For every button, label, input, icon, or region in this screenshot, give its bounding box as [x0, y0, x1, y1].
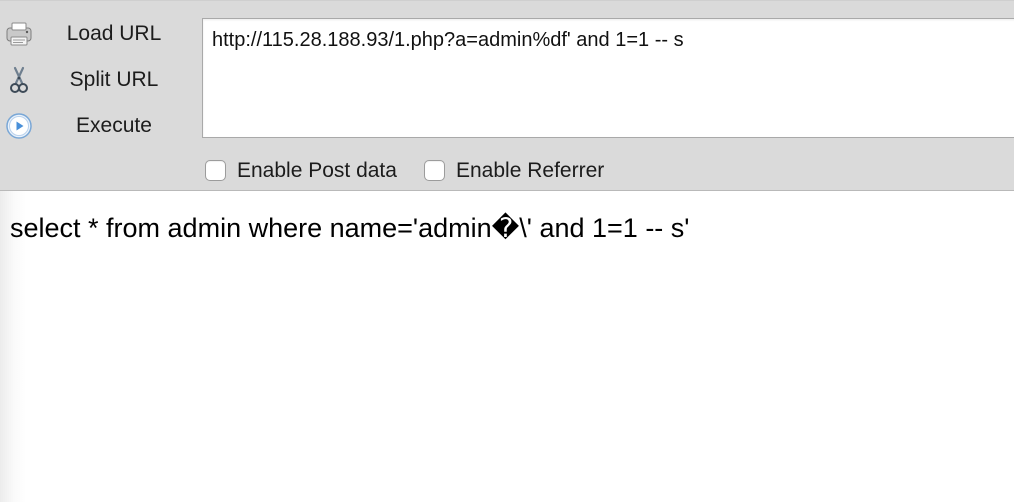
play-icon	[4, 112, 34, 140]
execute-button[interactable]: Execute	[0, 106, 190, 146]
execute-label: Execute	[76, 114, 152, 137]
split-url-button[interactable]: Split URL	[0, 60, 190, 100]
hackbar-toolbar: Load URL Split URL Execute http://115.28…	[0, 0, 1014, 191]
enable-post-data-checkbox-box[interactable]	[205, 160, 226, 181]
enable-post-data-label: Enable Post data	[237, 159, 397, 182]
url-input[interactable]: http://115.28.188.93/1.php?a=admin%df' a…	[202, 18, 1014, 138]
enable-referrer-checkbox[interactable]: Enable Referrer	[424, 158, 624, 186]
scissors-icon	[4, 66, 34, 94]
load-url-button[interactable]: Load URL	[0, 14, 190, 54]
load-url-label: Load URL	[66, 22, 162, 45]
page-content: select * from admin where name='admin�\'…	[0, 191, 1014, 502]
enable-referrer-checkbox-box[interactable]	[424, 160, 445, 181]
enable-referrer-label: Enable Referrer	[456, 159, 605, 182]
enable-post-data-checkbox[interactable]: Enable Post data	[205, 158, 415, 186]
url-input-value: http://115.28.188.93/1.php?a=admin%df' a…	[212, 29, 684, 51]
load-url-icon	[4, 20, 34, 48]
query-output-text: select * from admin where name='admin�\'…	[10, 213, 690, 243]
split-url-label: Split URL	[69, 68, 159, 91]
